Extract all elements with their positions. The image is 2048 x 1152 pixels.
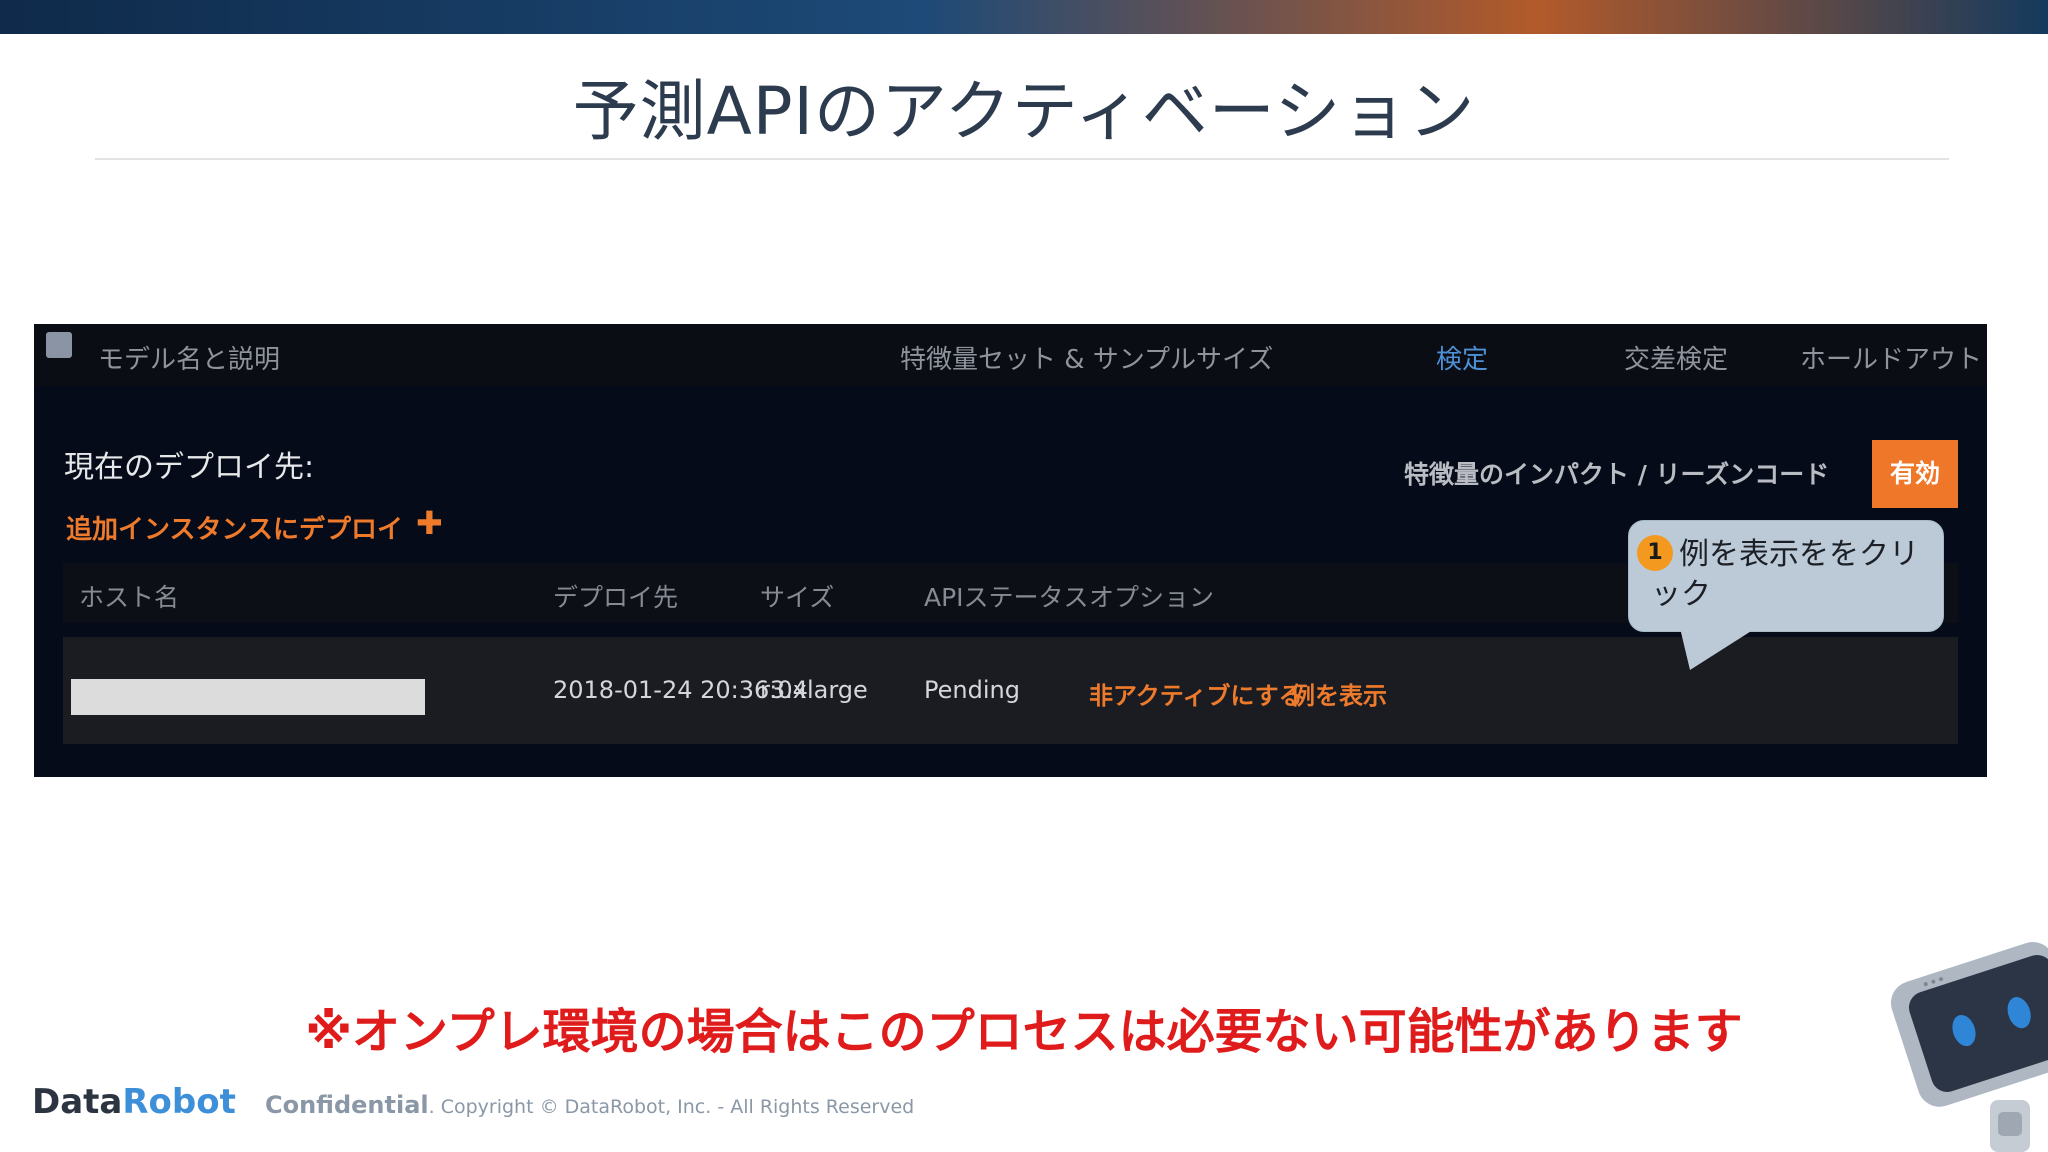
on-prem-warning: ※オンプレ環境の場合はこのプロセスは必要ない可能性があります xyxy=(305,1004,1743,1060)
column-holdout[interactable]: ホールドアウト xyxy=(1800,339,1982,376)
header-options: オプション xyxy=(1089,583,1215,612)
slide-title: 予測APIのアクティベーション xyxy=(572,73,1476,150)
header-size: サイズ xyxy=(760,583,835,612)
title-divider xyxy=(95,158,1949,160)
plus-icon[interactable]: ✚ xyxy=(416,504,443,542)
show-example-link[interactable]: 例を表示 xyxy=(1291,676,1387,711)
add-instance-link[interactable]: 追加インスタンスにデプロイ xyxy=(66,509,403,546)
host-name-redacted xyxy=(71,679,425,715)
top-banner xyxy=(0,0,2048,34)
leaderboard-header: モデル名と説明 特徴量セット & サンプルサイズ 検定 交差検定 ホールドアウト xyxy=(34,324,1987,386)
confidential-label: Confidential xyxy=(264,1091,429,1119)
size-value: r3.xlarge xyxy=(760,676,868,704)
datarobot-logo: DataRobot xyxy=(32,1082,236,1122)
callout-text: 例を表示ををクリック xyxy=(1651,537,1919,612)
column-cross-validation[interactable]: 交差検定 xyxy=(1624,339,1728,376)
column-featurelist-sample[interactable]: 特徴量セット & サンプルサイズ xyxy=(900,339,1273,376)
header-deployed-at: デプロイ先 xyxy=(553,583,679,612)
feature-impact-label: 特徴量のインパクト / リーズンコード xyxy=(1404,460,1830,489)
column-validation[interactable]: 検定 xyxy=(1436,339,1488,376)
deactivate-link[interactable]: 非アクティブにする xyxy=(1089,676,1303,711)
enable-button[interactable]: 有効 xyxy=(1872,440,1958,508)
header-host: ホスト名 xyxy=(79,583,180,612)
current-deployments-label: 現在のデプロイ先: xyxy=(64,450,315,485)
api-status-value: Pending xyxy=(924,676,1020,704)
robot-mascot-icon xyxy=(1890,942,2048,1152)
footer: DataRobot Confidential. Copyright © Data… xyxy=(32,1082,914,1122)
table-row: 2018-01-24 20:36:04 r3.xlarge Pending 非ア… xyxy=(63,637,1958,744)
select-all-checkbox[interactable] xyxy=(46,332,72,358)
column-model-name[interactable]: モデル名と説明 xyxy=(98,339,280,376)
header-api-status: APIステータス xyxy=(924,583,1089,612)
copyright-text: . Copyright © DataRobot, Inc. - All Righ… xyxy=(428,1096,915,1118)
instruction-callout: 1 例を表示ををクリック xyxy=(1628,520,1944,632)
callout-pointer xyxy=(1680,628,1756,670)
